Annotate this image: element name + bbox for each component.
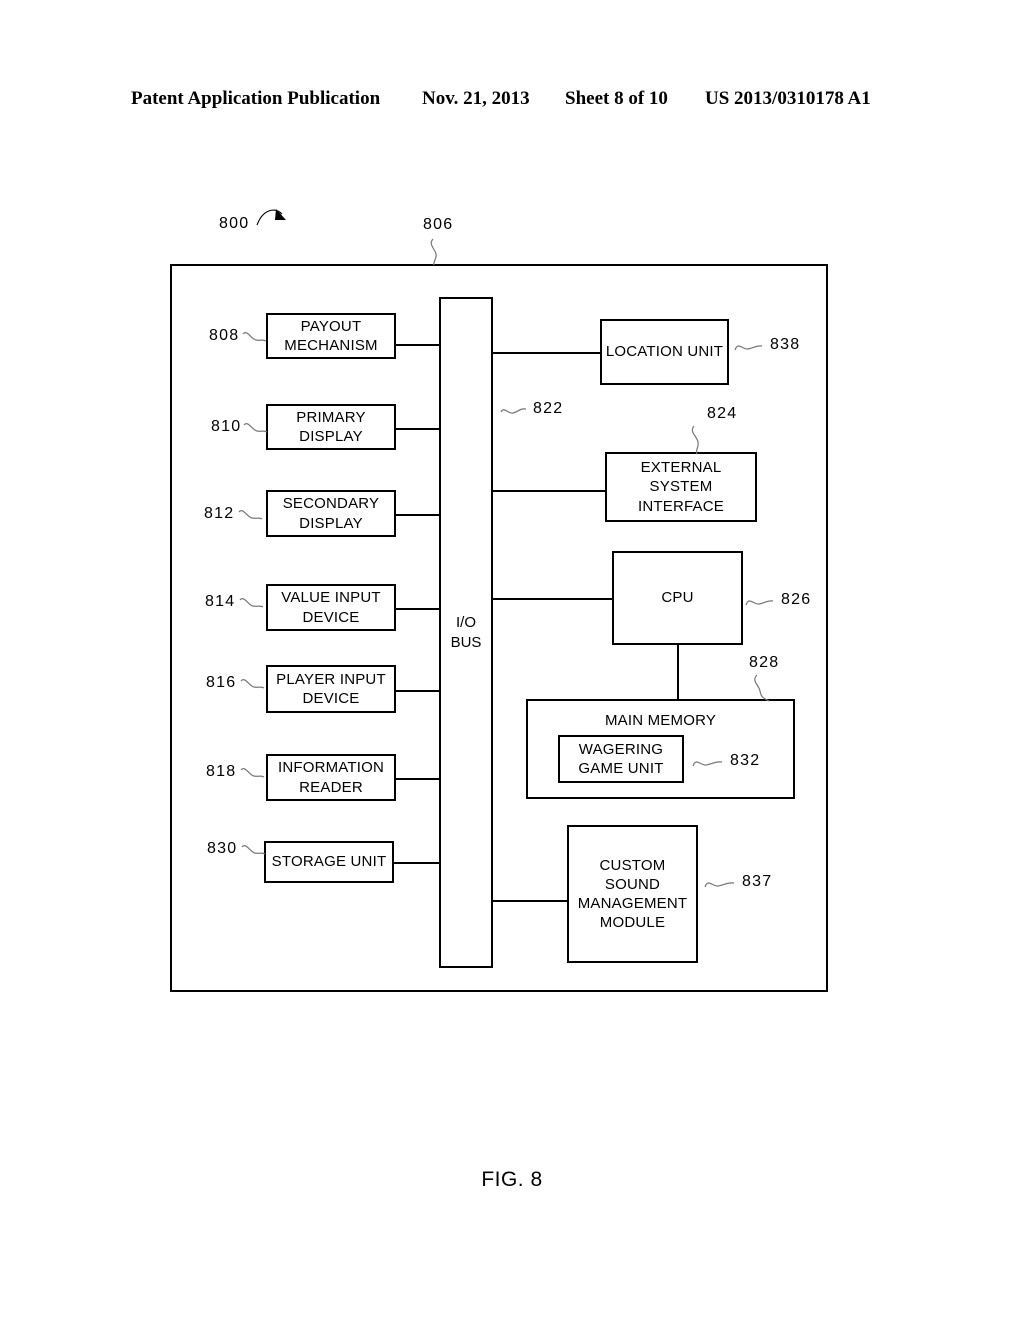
block-secondary-display-line1: SECONDARY <box>282 495 380 513</box>
block-value-input-device[interactable]: VALUE INPUT DEVICE <box>266 584 396 631</box>
figure-8-block-diagram: PAYOUT MECHANISM PRIMARY DISPLAY SECONDA… <box>0 0 1024 1320</box>
ref-814-leader <box>239 598 264 608</box>
ref-812-leader <box>238 510 263 520</box>
io-bus[interactable]: I/O BUS <box>439 297 493 968</box>
ref-832-leader <box>692 761 723 767</box>
block-wagering-game-unit-line2: GAME UNIT <box>578 760 664 777</box>
ref-832: 832 <box>730 752 761 769</box>
block-wagering-game-unit[interactable]: WAGERING GAME UNIT <box>558 735 684 783</box>
block-cpu[interactable]: CPU <box>612 551 743 645</box>
block-primary-display-line2: DISPLAY <box>299 428 363 445</box>
figure-caption: FIG. 8 <box>481 1168 543 1191</box>
connector-payout-bus <box>396 344 441 346</box>
ref-800-arrow-leader <box>256 209 286 226</box>
connector-bus-cpu <box>491 598 613 600</box>
ref-810-leader <box>243 423 268 433</box>
ref-826: 826 <box>781 591 812 608</box>
ref-810: 810 <box>211 418 242 435</box>
ref-828-leader <box>754 674 770 702</box>
ref-816: 816 <box>206 674 237 691</box>
ref-808-leader <box>242 332 267 342</box>
ref-816-leader <box>240 679 265 689</box>
block-wagering-game-unit-line1: WAGERING <box>578 740 664 758</box>
block-secondary-display[interactable]: SECONDARY DISPLAY <box>266 490 396 537</box>
ref-812: 812 <box>204 505 235 522</box>
block-player-input-device[interactable]: PLAYER INPUT DEVICE <box>266 665 396 713</box>
block-storage-unit[interactable]: STORAGE UNIT <box>264 841 394 883</box>
block-payout-mechanism[interactable]: PAYOUT MECHANISM <box>266 313 396 359</box>
block-external-system-interface-line2: SYSTEM <box>649 478 713 496</box>
block-location-unit[interactable]: LOCATION UNIT <box>600 319 729 385</box>
ref-838: 838 <box>770 336 801 353</box>
ref-837: 837 <box>742 873 773 890</box>
block-value-input-device-line2: DEVICE <box>302 608 360 626</box>
ref-818-leader <box>240 768 265 778</box>
block-external-system-interface-line3: INTERFACE <box>638 497 724 515</box>
ref-822: 822 <box>533 400 564 417</box>
io-bus-label-line1: I/O <box>455 614 476 631</box>
block-primary-display-line1: PRIMARY <box>296 408 366 426</box>
ref-830: 830 <box>207 840 238 857</box>
block-payout-mechanism-line1: PAYOUT <box>300 317 362 335</box>
ref-806: 806 <box>423 216 454 233</box>
connector-primary-bus <box>396 428 441 430</box>
ref-818: 818 <box>206 763 237 780</box>
io-bus-label-line2: BUS <box>450 633 482 651</box>
connector-inforeader-bus <box>396 778 441 780</box>
block-value-input-device-line1: VALUE INPUT <box>281 589 381 607</box>
connector-bus-external <box>491 490 606 492</box>
block-storage-unit-label: STORAGE UNIT <box>271 853 387 871</box>
block-location-unit-label: LOCATION UNIT <box>605 343 724 361</box>
block-custom-sound-management-module-line1: CUSTOM <box>599 856 666 874</box>
block-payout-mechanism-line2: MECHANISM <box>284 337 378 354</box>
ref-830-leader <box>241 845 266 855</box>
block-information-reader[interactable]: INFORMATION READER <box>266 754 396 801</box>
ref-828: 828 <box>749 654 780 671</box>
block-player-input-device-line1: PLAYER INPUT <box>276 670 386 688</box>
ref-838-leader <box>734 345 763 351</box>
connector-storage-bus <box>394 862 441 864</box>
connector-bus-sound <box>491 900 568 902</box>
block-player-input-device-line2: DEVICE <box>302 690 360 707</box>
block-cpu-label: CPU <box>661 589 694 607</box>
ref-824: 824 <box>707 405 738 422</box>
connector-cpu-mainmemory <box>677 643 679 701</box>
ref-814: 814 <box>205 593 236 610</box>
ref-822-leader <box>500 408 527 414</box>
ref-824-leader <box>691 425 699 455</box>
block-information-reader-line2: READER <box>299 778 363 796</box>
ref-800: 800 <box>219 215 250 232</box>
connector-valueinput-bus <box>396 608 441 610</box>
connector-secondary-bus <box>396 514 441 516</box>
block-external-system-interface[interactable]: EXTERNAL SYSTEM INTERFACE <box>605 452 757 522</box>
block-custom-sound-management-module-line2: SOUND <box>604 875 661 893</box>
block-custom-sound-management-module-line4: MODULE <box>599 914 666 932</box>
block-external-system-interface-line1: EXTERNAL <box>640 459 722 477</box>
block-custom-sound-management-module-line3: MANAGEMENT <box>577 895 688 912</box>
ref-806-leader <box>430 238 437 266</box>
block-information-reader-line1: INFORMATION <box>277 759 385 777</box>
block-custom-sound-management-module[interactable]: CUSTOM SOUND MANAGEMENT MODULE <box>567 825 698 963</box>
block-secondary-display-line2: DISPLAY <box>299 514 363 532</box>
block-primary-display[interactable]: PRIMARY DISPLAY <box>266 404 396 450</box>
ref-826-leader <box>745 600 774 606</box>
connector-bus-location <box>491 352 601 354</box>
ref-808: 808 <box>209 327 240 344</box>
connector-playerinput-bus <box>396 690 441 692</box>
block-main-memory-label: MAIN MEMORY <box>604 712 717 729</box>
ref-837-leader <box>704 882 735 888</box>
